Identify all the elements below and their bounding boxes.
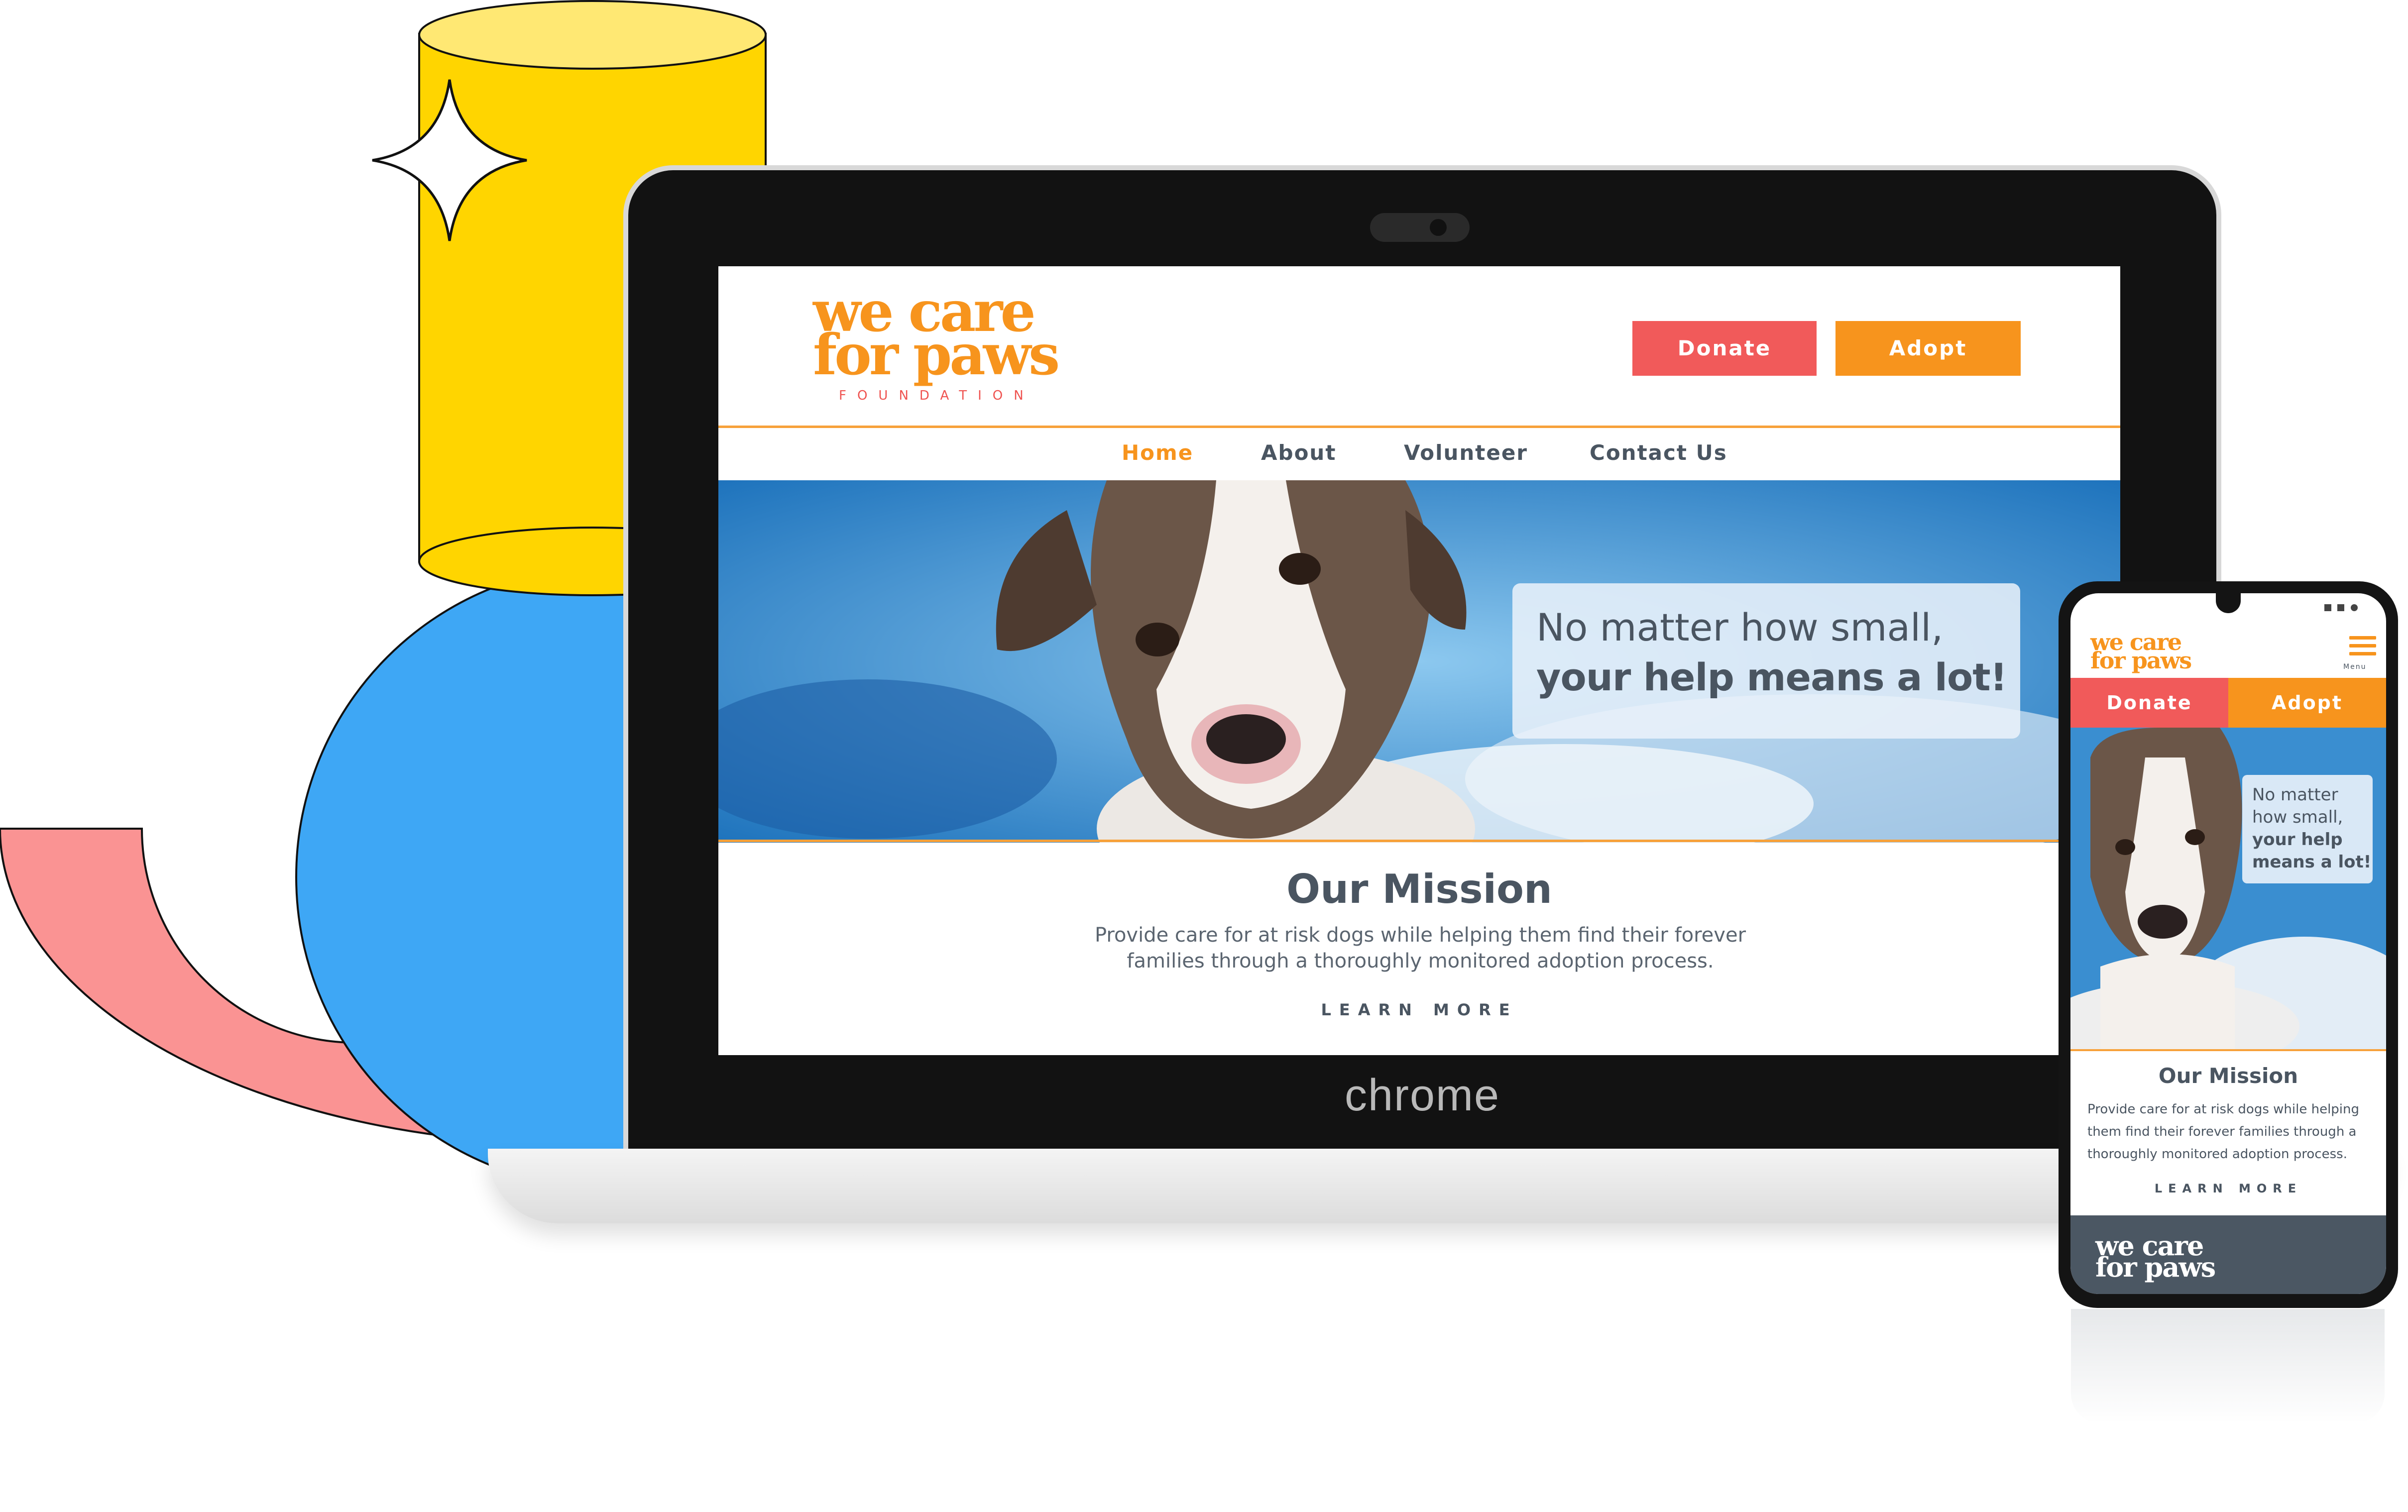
phone-tagline-line-3: your help (2252, 830, 2343, 850)
phone-learn-more-link[interactable]: LEARN MORE (2070, 1182, 2386, 1195)
phone-status-icons (2324, 604, 2358, 611)
phone-hero-divider (2070, 1049, 2386, 1051)
hamburger-menu-icon[interactable] (2349, 636, 2376, 660)
phone-footer-logo-line-2: for paws (2095, 1251, 2216, 1284)
logo-subtitle: FOUNDATION (839, 388, 1034, 403)
main-nav: Home About Volunteer Contact Us (718, 440, 2120, 465)
phone-tagline-line-4: means a lot! (2252, 852, 2372, 872)
site-logo[interactable]: we care for paws FOUNDATION (813, 284, 1132, 403)
phone-mission-body-line-1: Provide care for at risk dogs while help… (2087, 1102, 2359, 1117)
phone-mission-body-line-2: them find their forever families through… (2087, 1124, 2357, 1139)
phone-mission-title: Our Mission (2158, 1064, 2298, 1088)
adopt-button[interactable]: Adopt (1835, 321, 2021, 376)
nav-item-contact-us[interactable]: Contact Us (1590, 440, 1727, 465)
phone-hero-tagline-card: No matter how small, your help means a l… (2242, 775, 2373, 883)
hero-banner: No matter how small, your help means a l… (718, 480, 2120, 843)
logo-line-2: for paws (813, 323, 1060, 388)
phone-device: we care for paws Menu Donate Adopt No ma… (2059, 581, 2398, 1308)
mission-body-line-1: Provide care for at risk dogs while help… (1094, 924, 1746, 947)
donate-button[interactable]: Donate (1632, 321, 1817, 376)
phone-footer: we care for paws (2070, 1215, 2386, 1294)
learn-more-link[interactable]: LEARN MORE (718, 1000, 2120, 1019)
phone-reflection (2071, 1309, 2385, 1423)
nav-item-about[interactable]: About (1261, 440, 1336, 465)
mission-title: Our Mission (1286, 866, 1552, 912)
phone-footer-logo: we care for paws (2095, 1232, 2216, 1284)
phone-donate-button[interactable]: Donate (2070, 678, 2228, 728)
phone-logo[interactable]: we care for paws (2090, 631, 2192, 674)
mission-body: Provide care for at risk dogs while help… (1047, 922, 1794, 974)
webcam (1370, 213, 1470, 242)
phone-mission-body: Provide care for at risk dogs while help… (2087, 1098, 2376, 1166)
phone-hero-banner: No matter how small, your help means a l… (2070, 728, 2386, 1051)
phone-tagline-line-1: No matter (2252, 785, 2338, 805)
phone-screen: we care for paws Menu Donate Adopt No ma… (2070, 593, 2386, 1294)
hero-tagline-line-2: your help means a lot! (1536, 655, 2007, 699)
hero-tagline-card: No matter how small, your help means a l… (1512, 583, 2020, 739)
phone-mission-body-line-3: thoroughly monitored adoption process. (2087, 1147, 2347, 1162)
nav-item-volunteer[interactable]: Volunteer (1404, 440, 1528, 465)
phone-adopt-button[interactable]: Adopt (2228, 678, 2386, 728)
phone-tagline-line-2: how small, (2252, 807, 2343, 827)
yellow-cylinder-top (418, 0, 767, 70)
mission-body-line-2: families through a thoroughly monitored … (1127, 950, 1714, 972)
laptop-brand-label: chrome (1344, 1071, 1500, 1120)
hero-divider (718, 840, 2120, 842)
laptop-screen: we care for paws FOUNDATION Donate Adopt… (718, 266, 2120, 1055)
phone-camera-notch (2216, 593, 2241, 613)
nav-divider (718, 426, 2120, 428)
hero-tagline-line-1: No matter how small, (1536, 605, 1944, 649)
nav-item-home[interactable]: Home (1122, 440, 1193, 465)
phone-menu-label: Menu (2343, 663, 2367, 671)
phone-logo-line-2: for paws (2090, 647, 2192, 674)
